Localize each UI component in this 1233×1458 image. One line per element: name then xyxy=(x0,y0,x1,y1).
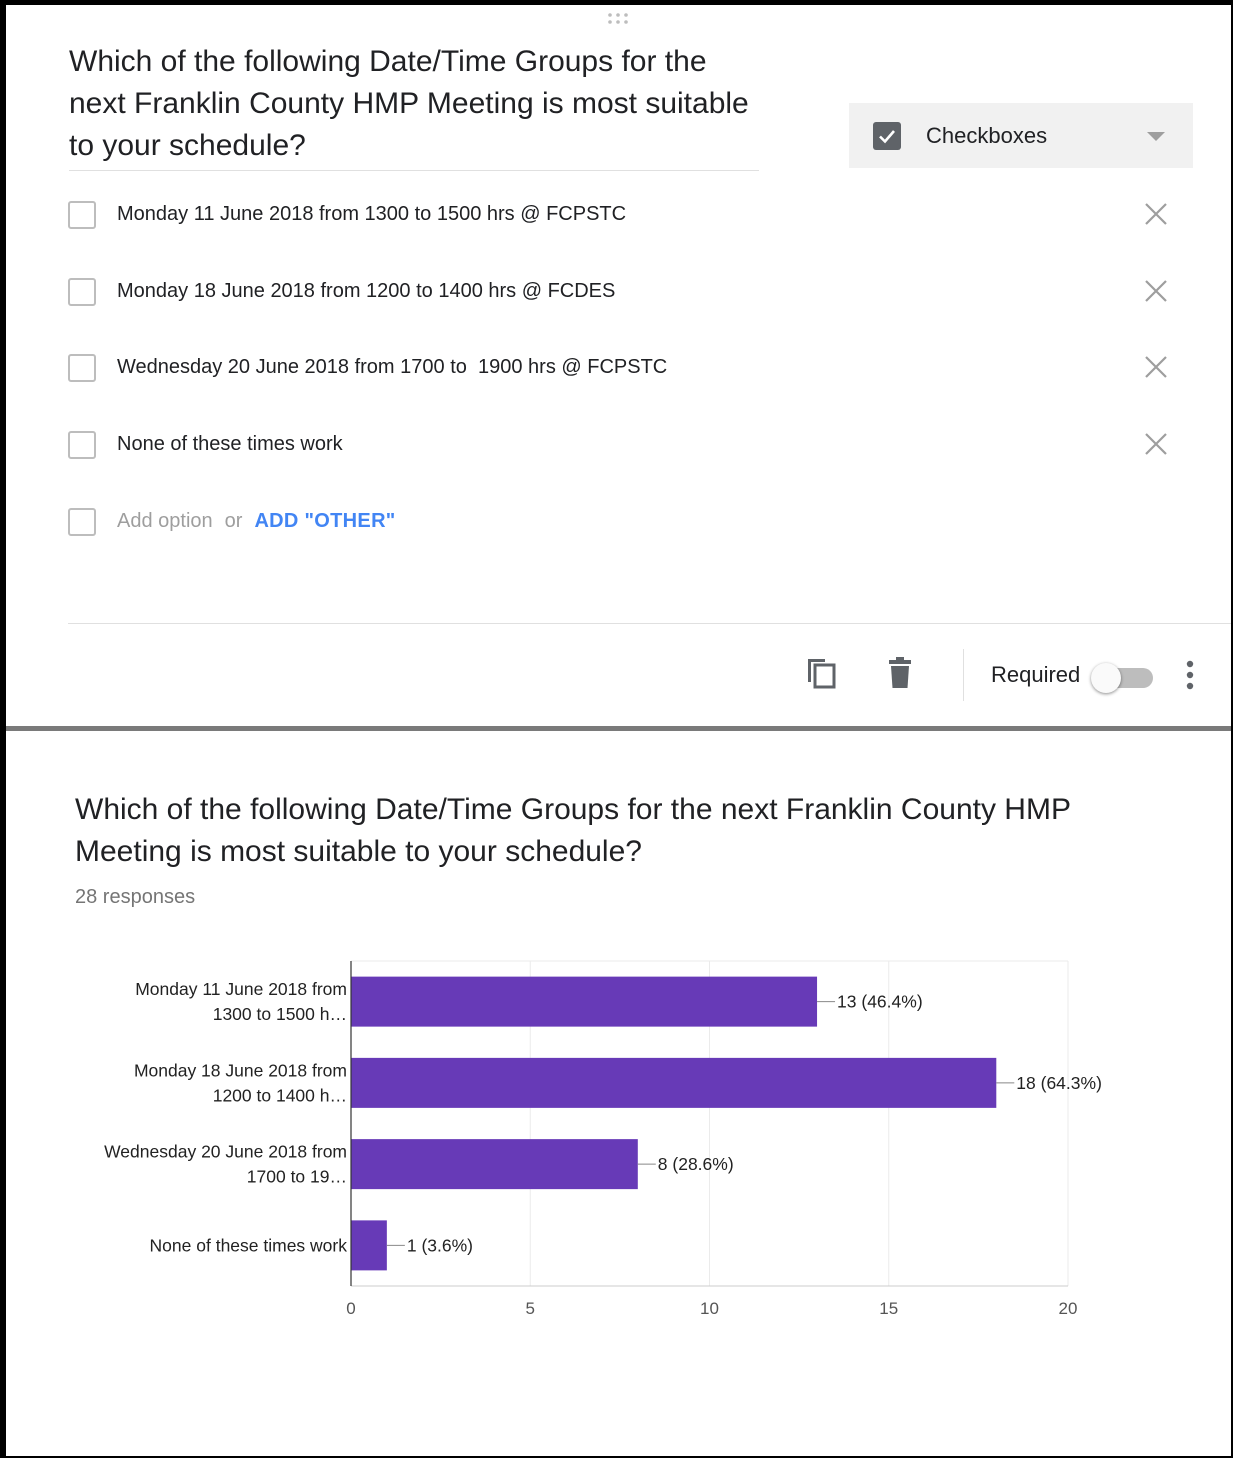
checkbox xyxy=(68,508,96,536)
question-title-input[interactable]: Which of the following Date/Time Groups … xyxy=(69,41,759,171)
checkbox[interactable] xyxy=(68,201,96,229)
close-icon[interactable] xyxy=(1140,428,1172,460)
category-label: 1700 to 19… xyxy=(247,1167,347,1187)
summary-question-title: Which of the following Date/Time Groups … xyxy=(75,793,1071,868)
category-label: 1200 to 1400 h… xyxy=(213,1085,347,1105)
option-label[interactable]: Monday 18 June 2018 from 1200 to 1400 hr… xyxy=(117,280,615,303)
option-label[interactable]: None of these times work xyxy=(117,433,343,456)
data-label: 1 (3.6%) xyxy=(407,1235,473,1255)
option-label[interactable]: Monday 11 June 2018 from 1300 to 1500 hr… xyxy=(117,203,626,226)
checkbox[interactable] xyxy=(68,278,96,306)
close-icon[interactable] xyxy=(1140,198,1172,230)
question-type-dropdown[interactable]: Checkboxes xyxy=(849,103,1193,168)
category-label: None of these times work xyxy=(150,1235,348,1255)
more-vert-icon[interactable] xyxy=(1182,659,1198,693)
data-label: 18 (64.3%) xyxy=(1016,1073,1102,1093)
toolbar-separator xyxy=(963,649,964,701)
bar xyxy=(351,1057,997,1108)
add-option-row: Add option or ADD "OTHER" xyxy=(68,508,1178,540)
checkbox-checked-icon xyxy=(873,121,901,150)
copy-icon[interactable] xyxy=(803,655,839,691)
data-label: 13 (46.4%) xyxy=(837,992,923,1012)
x-tick-label: 20 xyxy=(1059,1299,1078,1318)
responses-bar-chart: 0 5 10 15 20 Monday 11 June 2018 from 1300 to … xyxy=(104,960,1102,1318)
toggle-knob xyxy=(1091,663,1121,693)
question-type-label: Checkboxes xyxy=(926,122,1048,148)
trash-icon[interactable] xyxy=(882,655,918,691)
question-editor-card: Which of the following Date/Time Groups … xyxy=(6,5,1231,726)
footer-divider xyxy=(68,623,1231,624)
bar xyxy=(351,1220,387,1271)
add-option-input[interactable]: Add option xyxy=(117,510,213,532)
option-item: None of these times work xyxy=(68,431,1178,463)
x-tick-label: 0 xyxy=(346,1299,355,1318)
option-item: Monday 18 June 2018 from 1200 to 1400 hr… xyxy=(68,278,1178,310)
response-count: 28 responses xyxy=(75,886,196,908)
data-label: 8 (28.6%) xyxy=(658,1154,734,1174)
add-other-link[interactable]: ADD "OTHER" xyxy=(254,510,395,532)
x-tick-label: 5 xyxy=(526,1299,535,1318)
option-label[interactable]: Wednesday 20 June 2018 from 1700 to 1900… xyxy=(117,356,667,379)
category-label: Monday 11 June 2018 from xyxy=(135,979,347,999)
drag-handle-icon[interactable] xyxy=(603,12,633,26)
required-toggle[interactable] xyxy=(1091,661,1153,693)
checkbox[interactable] xyxy=(68,431,96,459)
option-item: Monday 11 June 2018 from 1300 to 1500 hr… xyxy=(68,201,1178,233)
bar xyxy=(351,1139,638,1190)
required-label: Required xyxy=(991,662,1081,687)
close-icon[interactable] xyxy=(1140,351,1172,383)
close-icon[interactable] xyxy=(1140,275,1172,307)
chevron-down-icon xyxy=(1147,132,1165,141)
category-label: Monday 18 June 2018 from xyxy=(134,1060,347,1080)
bar xyxy=(351,976,818,1027)
category-label: 1300 to 1500 h… xyxy=(213,1004,347,1024)
option-item: Wednesday 20 June 2018 from 1700 to 1900… xyxy=(68,354,1178,386)
add-or-text: or xyxy=(224,510,243,532)
response-summary-card: Which of the following Date/Time Groups … xyxy=(6,731,1231,1456)
x-tick-label: 10 xyxy=(700,1299,719,1318)
category-label: Wednesday 20 June 2018 from xyxy=(104,1142,347,1162)
checkbox[interactable] xyxy=(68,354,96,382)
x-tick-label: 15 xyxy=(879,1299,898,1318)
